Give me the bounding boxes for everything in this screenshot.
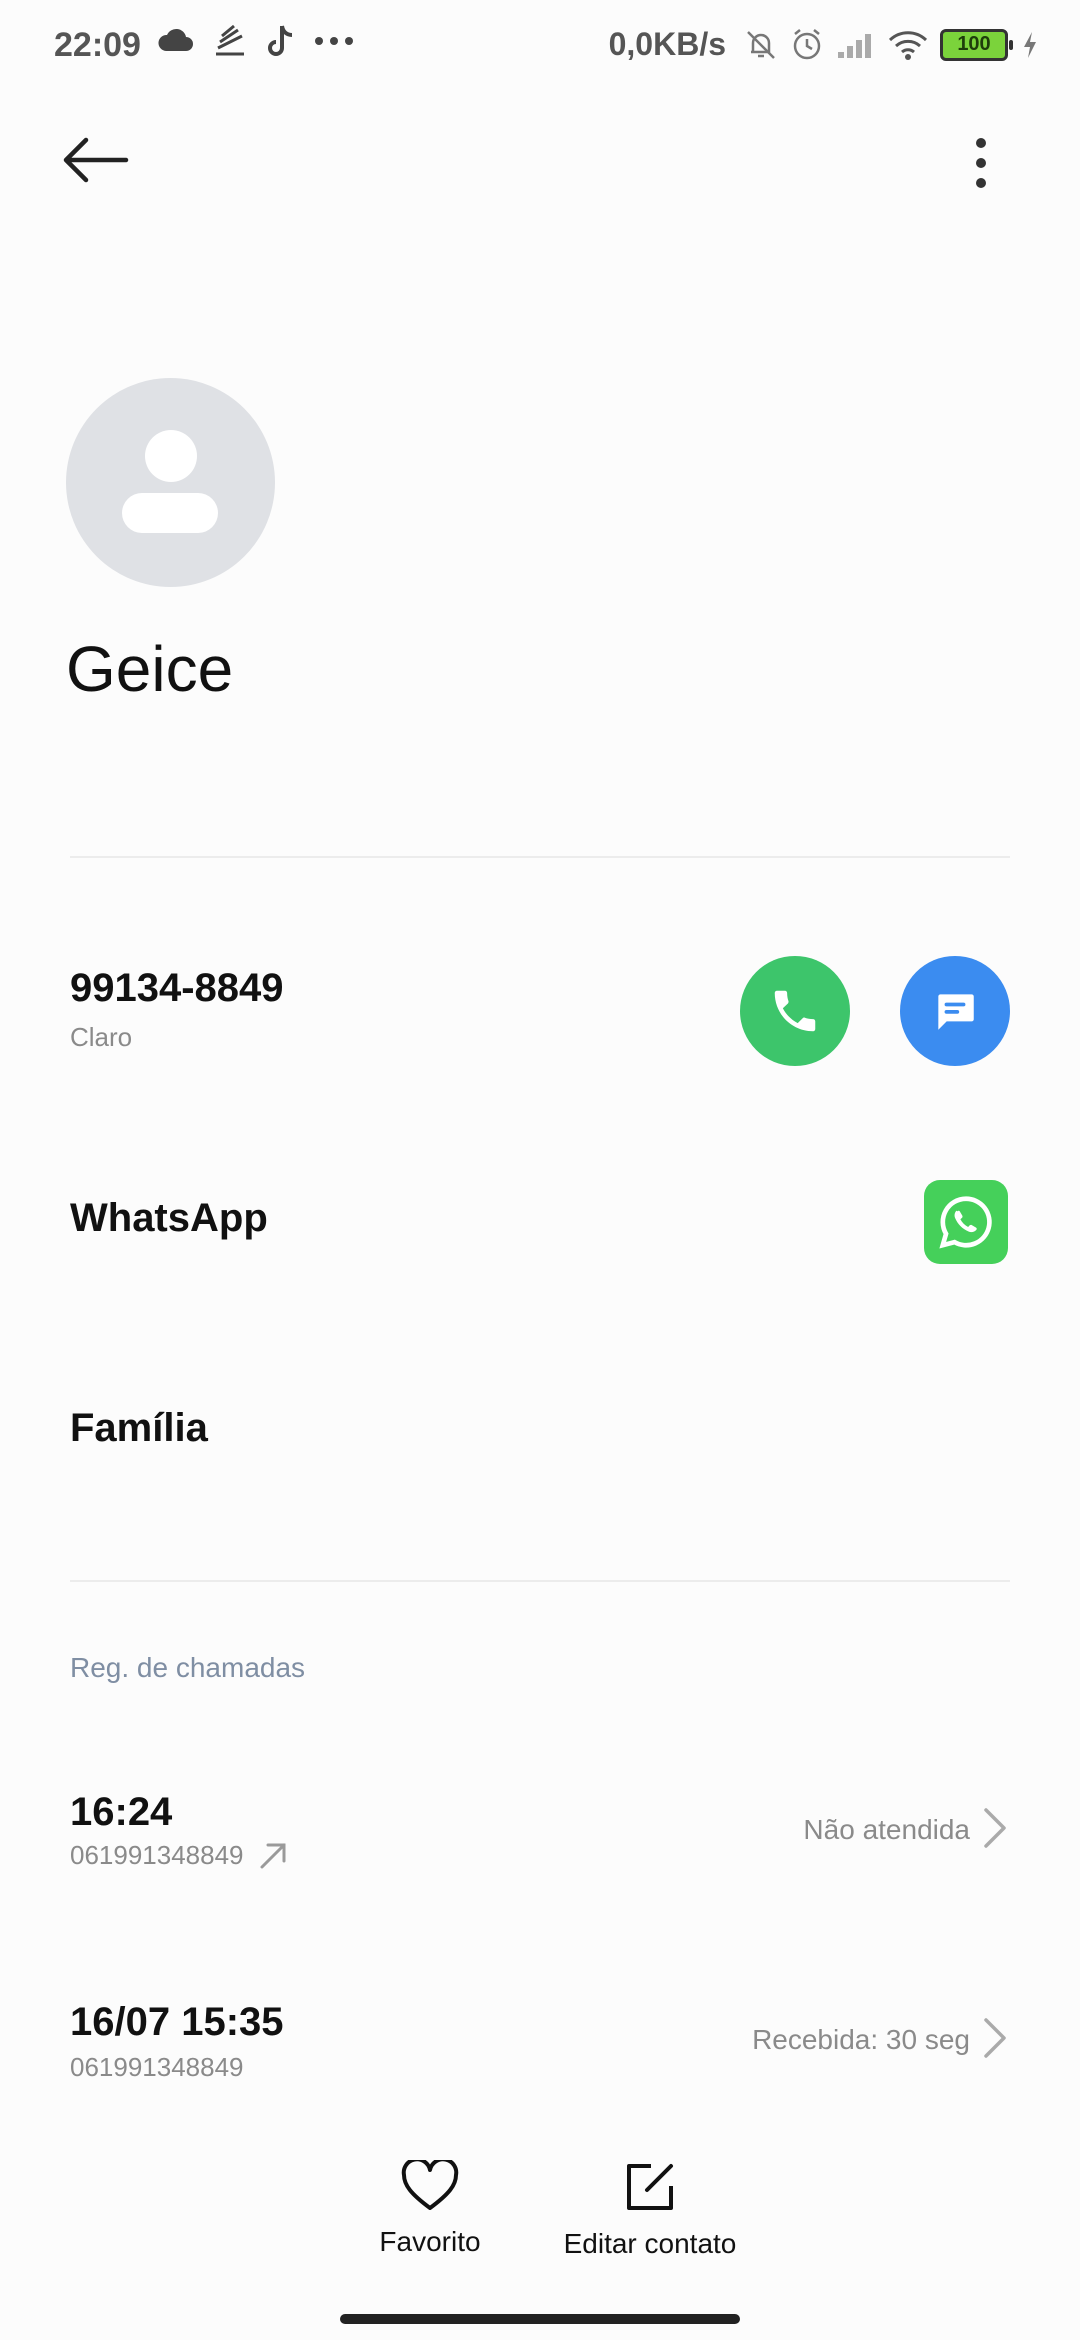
fan-icon	[216, 24, 244, 56]
chevron-right-icon	[984, 1808, 1006, 1848]
divider	[70, 856, 1010, 858]
heart-icon	[401, 2160, 459, 2210]
contact-name: Geice	[66, 633, 234, 705]
whatsapp-icon	[939, 1196, 992, 1249]
call-time: 16:24	[70, 1790, 173, 1834]
message-icon	[938, 994, 974, 1030]
outgoing-arrow-icon	[260, 1843, 286, 1868]
more-dots-icon	[315, 37, 353, 45]
edit-contact-label: Editar contato	[563, 2228, 737, 2259]
avatar	[66, 378, 275, 587]
bell-muted-icon	[747, 30, 775, 59]
favorite-button[interactable]: Favorito	[320, 2160, 540, 2258]
signal-icon	[838, 33, 871, 58]
phone-carrier: Claro	[70, 1022, 133, 1052]
divider	[70, 1580, 1010, 1582]
call-time: 16/07 15:35	[70, 2000, 284, 2044]
call-number-row: 061991348849	[70, 1840, 288, 1871]
phone-icon	[774, 990, 816, 1032]
status-right: 0,0KB/s 100	[609, 26, 1040, 63]
wifi-icon	[888, 30, 928, 60]
battery-icon: 100	[940, 28, 1013, 61]
alarm-icon	[793, 28, 821, 59]
back-arrow-icon[interactable]	[60, 130, 132, 190]
status-time: 22:09	[54, 26, 141, 64]
call-button[interactable]	[740, 956, 850, 1066]
status-left-icons	[156, 24, 354, 58]
more-options-icon[interactable]	[966, 135, 996, 191]
edit-contact-button[interactable]: Editar contato	[540, 2160, 760, 2260]
call-log-title: Reg. de chamadas	[70, 1652, 306, 1683]
cloud-icon	[158, 28, 193, 51]
chevron-right-icon	[984, 2018, 1006, 2058]
charging-icon	[1024, 31, 1036, 58]
whatsapp-label[interactable]: WhatsApp	[70, 1196, 268, 1241]
status-bar: 22:09 0,0KB/s 100	[0, 0, 1080, 96]
avatar-head-shape	[145, 430, 197, 482]
tiktok-icon	[268, 25, 293, 56]
phone-number[interactable]: 99134-8849	[70, 966, 284, 1011]
call-status: Recebida: 30 seg	[752, 2024, 970, 2055]
network-speed: 0,0KB/s	[608, 26, 726, 62]
avatar-body-shape	[122, 493, 218, 533]
home-indicator[interactable]	[340, 2314, 740, 2324]
favorite-label: Favorito	[379, 2226, 481, 2257]
group-label[interactable]: Família	[70, 1406, 208, 1451]
call-number: 061991348849	[70, 1840, 244, 1870]
edit-icon	[627, 2164, 673, 2210]
call-number-row: 061991348849	[70, 2052, 244, 2083]
message-button[interactable]	[900, 956, 1010, 1066]
call-status: Não atendida	[803, 1814, 970, 1845]
whatsapp-button[interactable]	[924, 1180, 1008, 1264]
call-number: 061991348849	[70, 2052, 244, 2082]
